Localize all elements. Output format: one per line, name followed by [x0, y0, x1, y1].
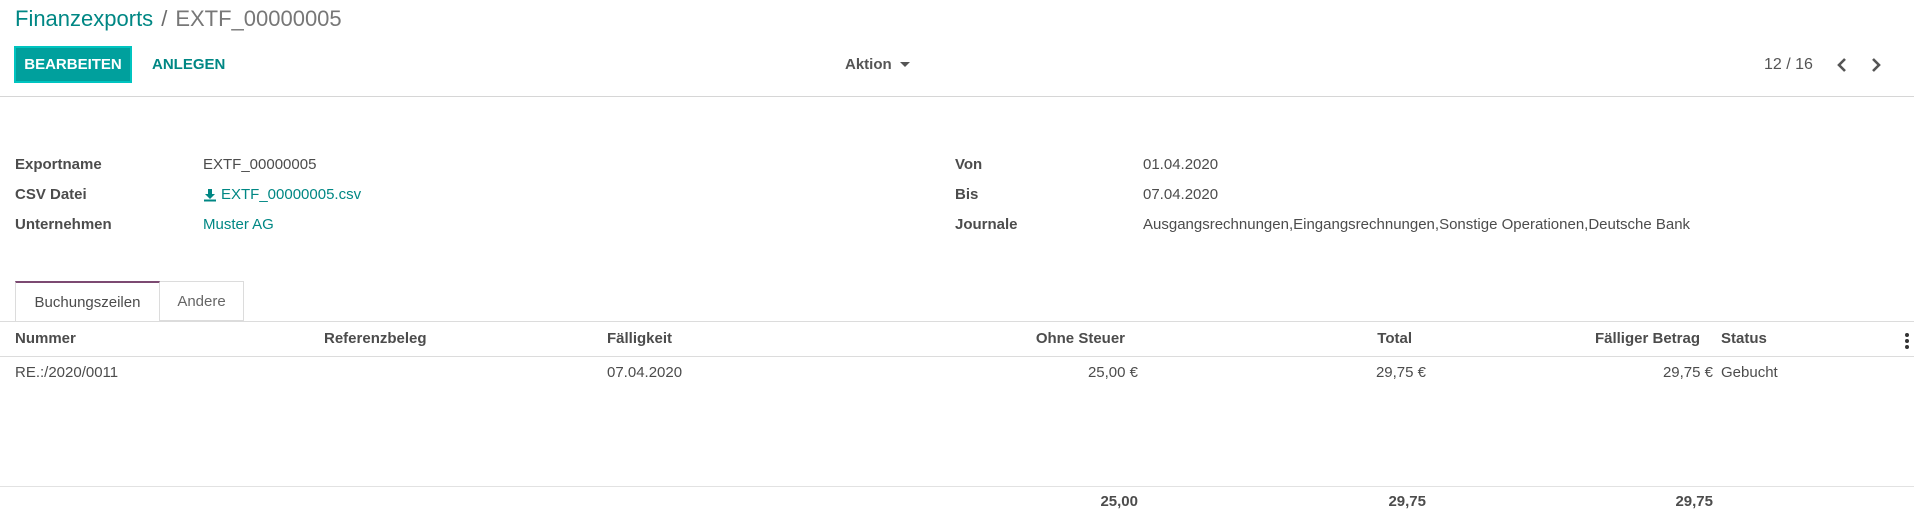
kebab-menu-icon[interactable] — [1905, 333, 1909, 349]
csv-download-link[interactable]: EXTF_00000005.csv — [203, 186, 361, 203]
breadcrumb-link-finanzexports[interactable]: Finanzexports — [15, 6, 153, 31]
create-button[interactable]: ANLEGEN — [152, 56, 225, 73]
breadcrumb-separator: / — [161, 6, 168, 31]
download-icon — [204, 188, 216, 201]
action-dropdown[interactable]: Aktion — [845, 56, 910, 73]
value-journale: Ausgangsrechnungen,Eingangsrechnungen,So… — [1143, 216, 1691, 233]
label-csv-datei: CSV Datei — [15, 186, 87, 203]
column-header-referenzbeleg[interactable]: Referenzbeleg — [324, 330, 427, 347]
caret-down-icon — [899, 62, 910, 67]
column-header-status[interactable]: Status — [1721, 330, 1767, 347]
cell-status[interactable]: Gebucht — [1721, 364, 1778, 381]
label-bis: Bis — [955, 186, 979, 203]
value-exportname: EXTF_00000005 — [203, 156, 317, 173]
header-divider — [0, 96, 1914, 97]
company-link[interactable]: Muster AG — [203, 216, 274, 233]
cell-ohne-steuer[interactable]: 25,00 € — [938, 364, 1138, 381]
column-header-nummer[interactable]: Nummer — [15, 330, 76, 347]
cell-faelliger-betrag[interactable]: 29,75 € — [1513, 364, 1713, 381]
total-total: 29,75 — [1388, 493, 1426, 510]
column-header-faelligkeit[interactable]: Fälligkeit — [607, 330, 672, 347]
tab-andere[interactable]: Andere — [160, 281, 244, 321]
value-von: 01.04.2020 — [1143, 156, 1219, 173]
label-journale: Journale — [955, 216, 1018, 233]
pager-value[interactable]: 12 / 16 — [1764, 56, 1813, 74]
cell-nummer[interactable]: RE.:/2020/0011 — [15, 364, 118, 381]
edit-button[interactable]: BEARBEITEN — [14, 46, 132, 83]
label-unternehmen: Unternehmen — [15, 216, 112, 233]
pager-previous-button[interactable] — [1832, 55, 1852, 75]
total-faelliger-betrag: 29,75 — [1675, 493, 1713, 510]
table-footer-divider — [0, 486, 1914, 487]
action-dropdown-label: Aktion — [845, 56, 892, 73]
pager-next-button[interactable] — [1866, 55, 1886, 75]
tab-buchungszeilen[interactable]: Buchungszeilen — [15, 281, 160, 321]
column-header-faelliger-betrag[interactable]: Fälliger Betrag — [1500, 330, 1700, 347]
total-ohne-steuer: 25,00 — [1100, 493, 1138, 510]
breadcrumb-current: EXTF_00000005 — [175, 6, 342, 31]
column-header-ohne-steuer[interactable]: Ohne Steuer — [925, 330, 1125, 347]
column-header-total[interactable]: Total — [1212, 330, 1412, 347]
cell-faelligkeit[interactable]: 07.04.2020 — [607, 364, 682, 381]
csv-file-name: EXTF_00000005.csv — [221, 186, 362, 203]
label-exportname: Exportname — [15, 156, 102, 173]
value-bis: 07.04.2020 — [1143, 186, 1219, 203]
table-header-divider — [0, 356, 1914, 357]
cell-total[interactable]: 29,75 € — [1226, 364, 1426, 381]
chevron-left-icon — [1837, 58, 1846, 72]
breadcrumb: Finanzexports / EXTF_00000005 — [15, 6, 342, 32]
chevron-right-icon — [1872, 58, 1881, 72]
tab-divider — [0, 321, 1914, 322]
label-von: Von — [955, 156, 983, 173]
